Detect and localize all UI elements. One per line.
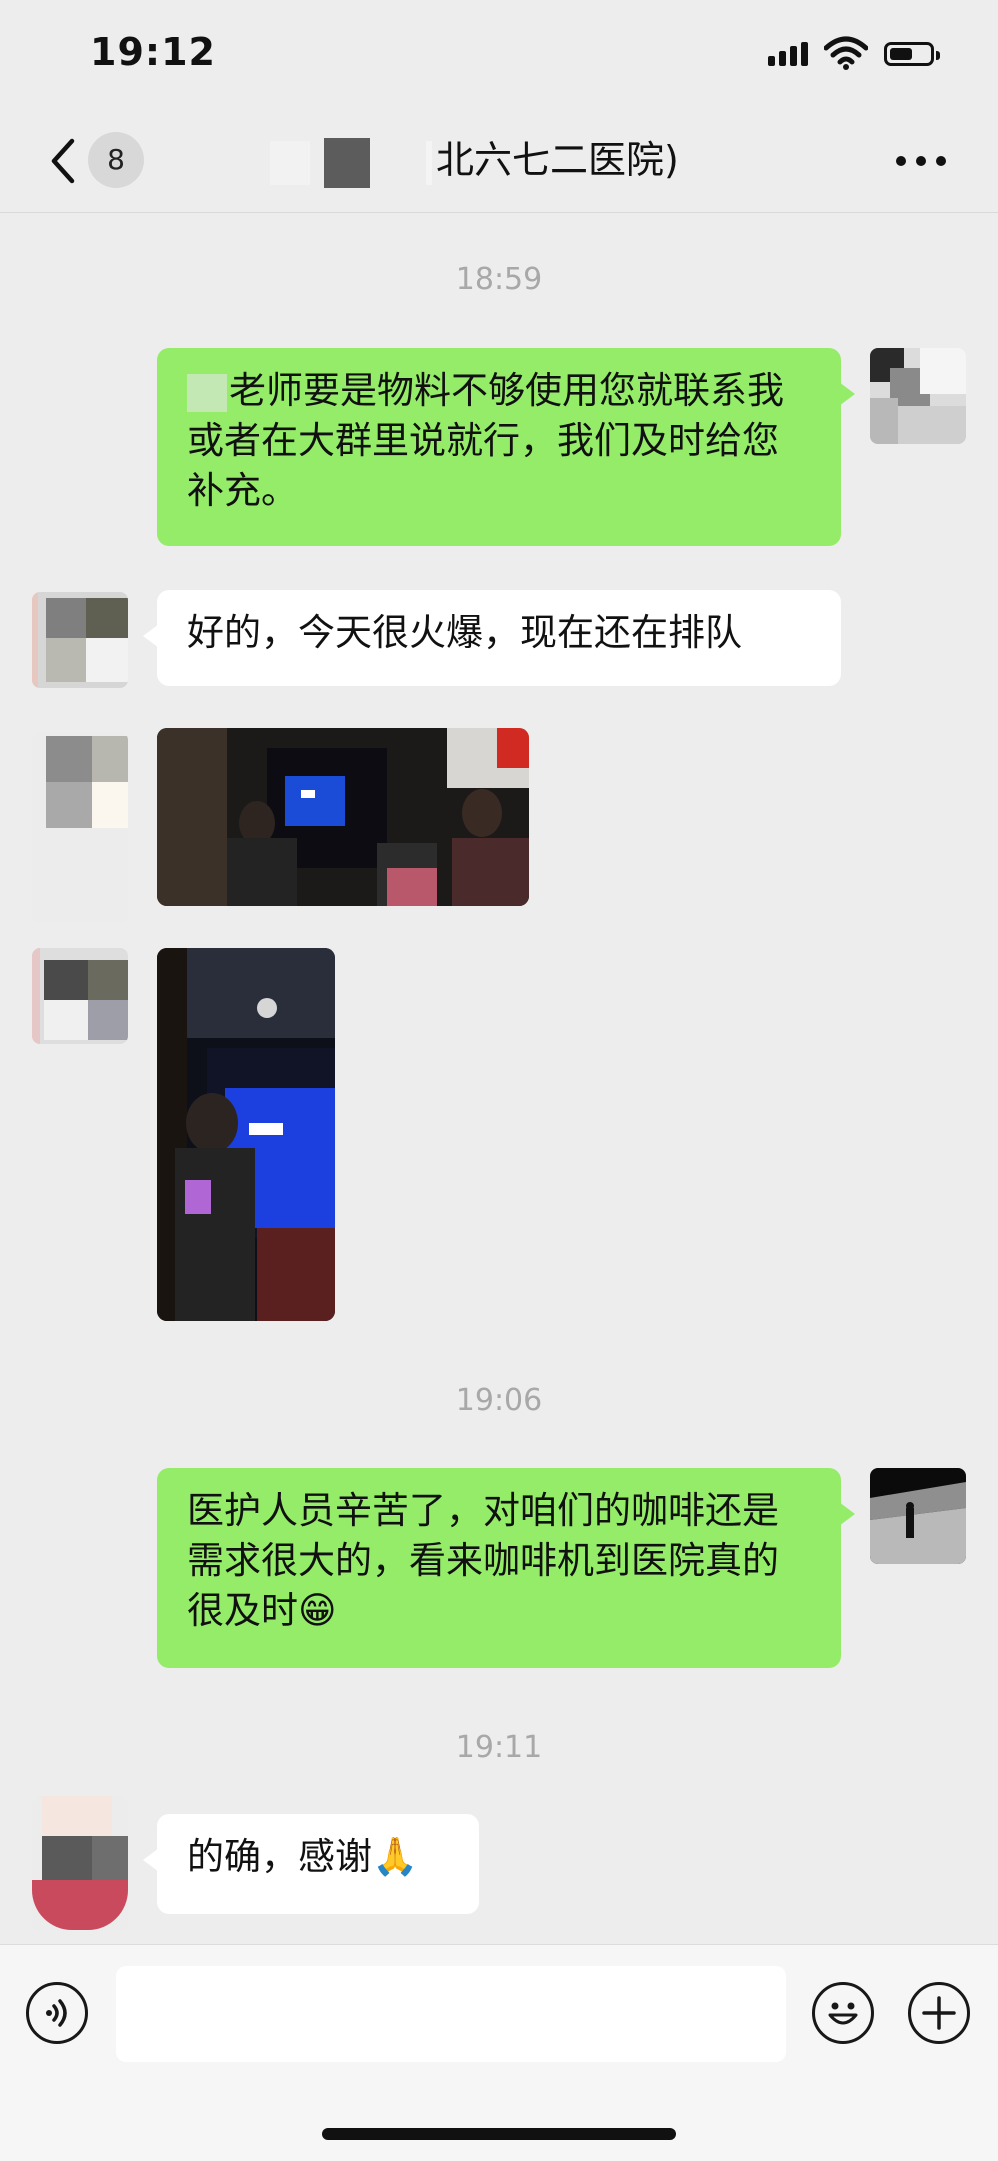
contact-avatar[interactable] <box>32 1796 128 1930</box>
contact-avatar[interactable] <box>32 948 128 1044</box>
voice-icon <box>46 1999 67 2027</box>
timestamp: 18:59 <box>455 262 543 297</box>
voice-input-button[interactable] <box>26 1982 88 2044</box>
redacted-name <box>187 373 227 412</box>
message-text: 医护人员辛苦了，对咱们的咖啡还是需求很大的，看来咖啡机到医院真的很及时😁 <box>187 1489 779 1632</box>
redacted-block <box>270 140 310 185</box>
status-time: 19:12 <box>90 30 216 74</box>
emoji-button[interactable] <box>812 1982 874 2044</box>
timestamp: 19:11 <box>455 1730 543 1765</box>
message-text: 好的，今天很火爆，现在还在排队 <box>187 611 742 654</box>
message-text: 老师要是物料不够使用您就联系我或者在大群里说就行，我们及时给您补充。 <box>187 369 784 512</box>
chat-title-text: 北六七二医院) <box>436 138 679 182</box>
outgoing-message-bubble[interactable]: 老师要是物料不够使用您就联系我或者在大群里说就行，我们及时给您补充。 <box>157 348 855 546</box>
incoming-message-bubble[interactable]: 好的，今天很火爆，现在还在排队 <box>143 590 841 686</box>
plus-icon <box>922 1996 956 2030</box>
message-text-input[interactable] <box>116 1966 786 2062</box>
redacted-block <box>324 137 370 188</box>
avatar-photo <box>870 1468 966 1564</box>
my-avatar[interactable] <box>870 1468 966 1564</box>
incoming-message-bubble[interactable]: 的确，感谢🙏 <box>143 1814 479 1914</box>
shared-photo-landscape[interactable] <box>157 728 529 906</box>
more-options-icon[interactable] <box>896 154 946 168</box>
home-indicator[interactable] <box>322 2128 676 2140</box>
unread-count-badge[interactable]: 8 <box>88 132 144 188</box>
cellular-signal-icon <box>768 42 812 66</box>
redacted-block <box>426 140 432 185</box>
status-bar: 19:12 <box>0 0 998 110</box>
chat-title: 北六七二医院) <box>270 132 730 188</box>
my-avatar[interactable] <box>870 348 966 444</box>
contact-avatar[interactable] <box>32 592 128 688</box>
back-chevron-icon[interactable] <box>44 136 84 186</box>
wifi-icon <box>824 36 868 70</box>
emoji-icon <box>828 2002 858 2025</box>
more-features-button[interactable] <box>908 1982 970 2044</box>
shared-photo-portrait[interactable] <box>157 948 335 1321</box>
timestamp: 19:06 <box>455 1383 543 1418</box>
battery-icon <box>884 42 940 66</box>
contact-avatar[interactable] <box>32 732 128 922</box>
outgoing-message-bubble[interactable]: 医护人员辛苦了，对咱们的咖啡还是需求很大的，看来咖啡机到医院真的很及时😁 <box>157 1468 855 1668</box>
message-text: 的确，感谢🙏 <box>187 1835 419 1878</box>
